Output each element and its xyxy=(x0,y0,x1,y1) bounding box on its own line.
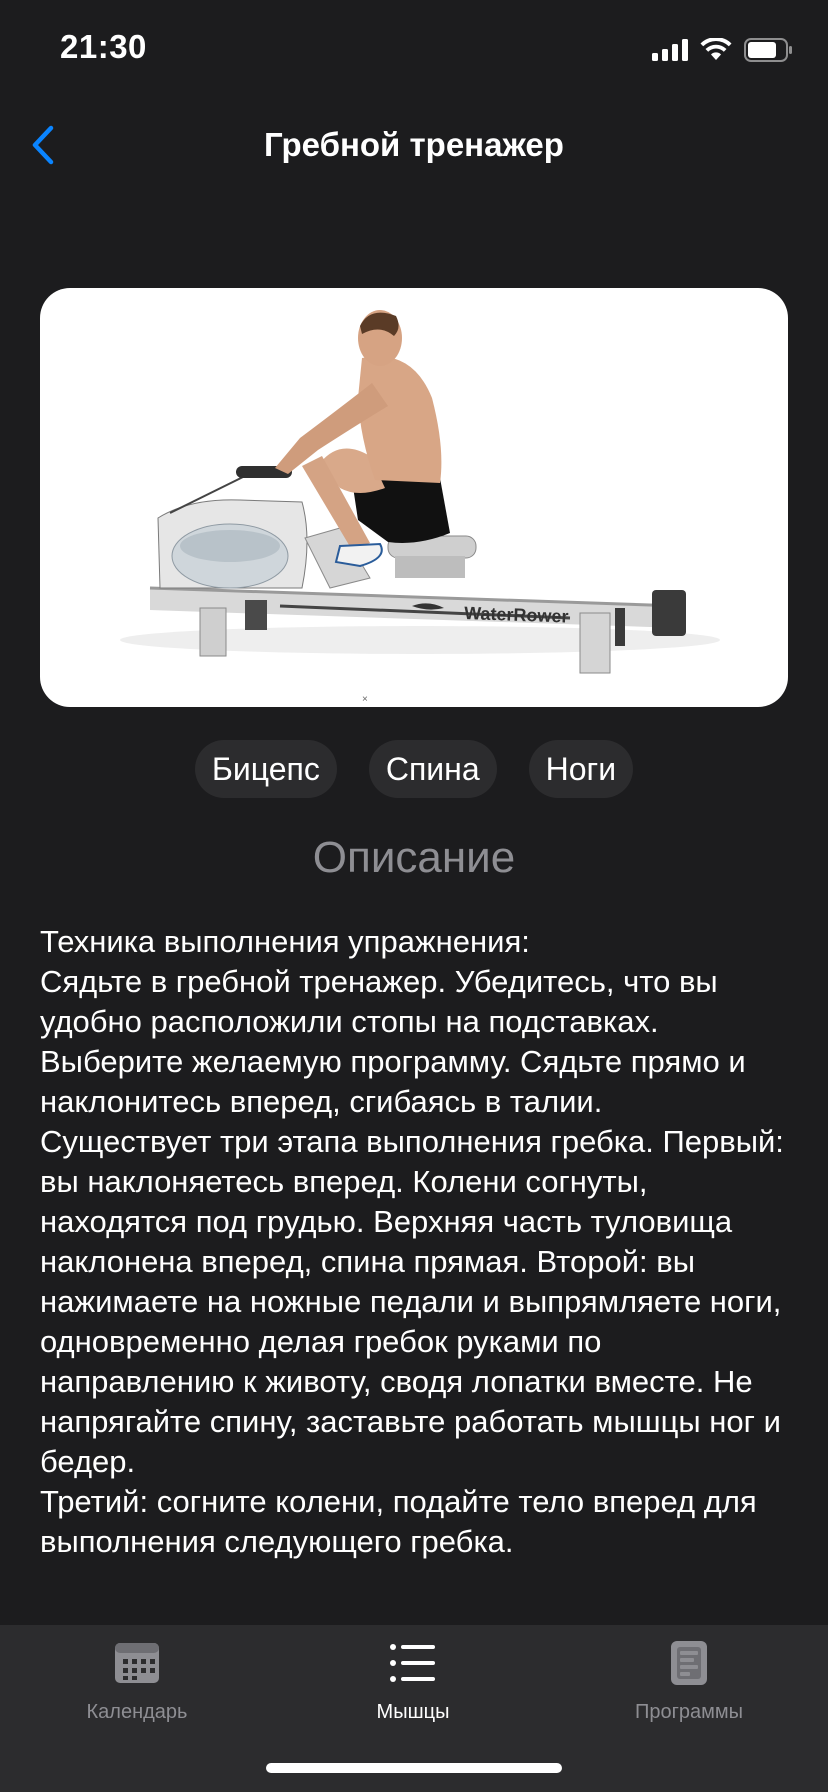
home-indicator[interactable] xyxy=(266,1763,562,1773)
status-bar: 21:30 xyxy=(0,0,828,100)
status-icons xyxy=(652,36,792,64)
muscle-tag-legs[interactable]: Ноги xyxy=(528,740,634,798)
exercise-image: WaterRower × xyxy=(40,288,788,707)
tab-programs[interactable]: Программы xyxy=(589,1639,789,1724)
muscle-tag-biceps[interactable]: Бицепс xyxy=(194,740,337,798)
page-title: Гребной тренажер xyxy=(264,126,564,163)
muscle-tags: Бицепс Спина Ноги xyxy=(0,740,828,798)
calendar-icon xyxy=(115,1643,159,1683)
description-heading: Описание xyxy=(312,833,516,882)
muscle-tag-back[interactable]: Спина xyxy=(368,740,497,798)
status-time: 21:30 xyxy=(60,28,147,65)
navigation-bar: Гребной тренажер xyxy=(0,100,828,188)
description-text: Техника выполнения упражнения: Сядьте в … xyxy=(40,924,784,1559)
waterrower-logo: WaterRower xyxy=(464,603,569,627)
svg-text:×: × xyxy=(362,694,368,705)
tab-muscles[interactable]: Мышцы xyxy=(313,1639,513,1724)
tab-calendar[interactable]: Календарь xyxy=(37,1639,237,1724)
document-icon xyxy=(671,1641,707,1685)
tab-muscles-label: Мышцы xyxy=(376,1701,450,1723)
cellular-signal-icon xyxy=(652,39,688,61)
tab-programs-label: Программы xyxy=(634,1701,744,1723)
tab-calendar-label: Календарь xyxy=(86,1701,188,1723)
wifi-icon xyxy=(700,38,732,60)
battery-icon xyxy=(744,38,792,62)
list-icon xyxy=(390,1644,435,1682)
rowing-machine-illustration: WaterRower × xyxy=(120,310,720,705)
